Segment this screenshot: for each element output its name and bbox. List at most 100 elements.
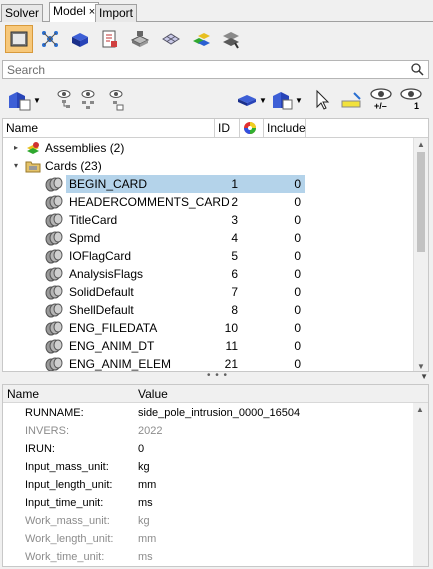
tree-group-cards[interactable]: ▾ Cards (23) <box>3 157 413 175</box>
model-browser-tree: Name ID Include ▸ Assemblies (2) ▾ Cards… <box>2 118 429 372</box>
isolate-button[interactable] <box>106 86 128 114</box>
tree-row[interactable]: Spmd 4 0 <box>3 229 413 247</box>
property-value[interactable]: 2022 <box>138 425 162 437</box>
materials-button[interactable] <box>126 25 154 53</box>
tab-label: Import <box>99 6 134 20</box>
toggle-visibility-button[interactable]: +/– <box>368 86 394 114</box>
property-name: Input_length_unit: <box>25 479 113 491</box>
property-row[interactable]: IRUN: 0 <box>3 440 413 458</box>
tree-row-include: 0 <box>294 177 301 191</box>
tree-row-name: Spmd <box>69 231 101 245</box>
tree-row-include: 0 <box>294 231 301 245</box>
tree-row-include: 0 <box>294 285 301 299</box>
property-name: Work_length_unit: <box>25 533 114 545</box>
tree-row-include: 0 <box>294 321 301 335</box>
column-id[interactable]: ID <box>215 119 240 138</box>
editor-scrollbar[interactable]: ▲ <box>413 403 428 566</box>
column-value: Value <box>138 387 168 401</box>
parts-button[interactable] <box>66 25 94 53</box>
select-cursor-button[interactable] <box>313 86 331 114</box>
property-value[interactable]: mm <box>138 479 156 491</box>
show-button[interactable] <box>54 86 74 114</box>
tree-row-include: 0 <box>294 339 301 353</box>
tree-row-name: ENG_ANIM_ELEM <box>69 357 172 371</box>
splitter-grip[interactable]: • • • <box>207 370 228 381</box>
tree-row-id: 21 <box>224 357 238 371</box>
expand-icon[interactable]: ▸ <box>14 143 18 152</box>
property-row[interactable]: Work_time_unit: ms <box>3 548 413 566</box>
property-value[interactable]: ms <box>138 551 153 563</box>
property-row[interactable]: INVERS: 2022 <box>3 422 413 440</box>
tree-row-id: 7 <box>231 285 238 299</box>
tree-row[interactable]: IOFlagCard 5 0 <box>3 247 413 265</box>
tab-solver[interactable]: Solver <box>1 4 44 22</box>
property-value[interactable]: kg <box>138 461 150 473</box>
contact-icon <box>223 32 239 49</box>
display-toolbar: ▼ ▼ ▼ +/– 1 <box>0 82 433 118</box>
property-row[interactable]: Work_length_unit: mm <box>3 530 413 548</box>
display-mode-dropdown[interactable]: ▼ <box>270 86 303 114</box>
tree-row[interactable]: ENG_FILEDATA 10 0 <box>3 319 413 337</box>
tree-row-name: BEGIN_CARD <box>69 177 148 191</box>
chevron-down-icon: ▼ <box>259 95 267 105</box>
collapse-panel-icon[interactable]: ▼ <box>420 372 428 381</box>
scroll-up-icon[interactable]: ▲ <box>416 405 424 414</box>
tab-bar: Solver Model × Import <box>0 0 433 23</box>
isolate-only-button[interactable]: 1 <box>398 86 424 114</box>
tree-row[interactable]: ENG_ANIM_DT 11 0 <box>3 337 413 355</box>
collapse-icon[interactable]: ▾ <box>14 161 18 170</box>
tree-group-assemblies[interactable]: ▸ Assemblies (2) <box>3 139 413 157</box>
scroll-down-icon[interactable]: ▼ <box>417 362 425 371</box>
browser-view-icon <box>9 92 31 111</box>
column-include[interactable]: Include <box>264 119 306 138</box>
browser-view-dropdown[interactable]: ▼ <box>6 86 41 114</box>
groups-icon <box>193 33 210 46</box>
folder-icon <box>10 31 28 47</box>
search-icon[interactable] <box>411 63 424 76</box>
scrollbar-thumb[interactable] <box>417 152 425 252</box>
tree-row[interactable]: AnalysisFlags 6 0 <box>3 265 413 283</box>
search-placeholder: Search <box>7 63 46 77</box>
tree-header: Name ID Include <box>3 119 428 138</box>
property-row[interactable]: Input_time_unit: ms <box>3 494 413 512</box>
search-input[interactable]: Search <box>2 60 429 79</box>
tree-row[interactable]: SolidDefault 7 0 <box>3 283 413 301</box>
tab-import[interactable]: Import <box>95 4 138 22</box>
tree-scrollbar[interactable]: ▲ ▼ <box>413 138 428 371</box>
mesh-button[interactable] <box>157 25 185 53</box>
all-entities-button[interactable] <box>5 25 33 53</box>
editor-header: Name Value <box>3 385 428 403</box>
scroll-up-icon[interactable]: ▲ <box>417 140 425 149</box>
property-value[interactable]: ms <box>138 497 153 509</box>
tree-row[interactable]: HEADERCOMMENTS_CARD 2 0 <box>3 193 413 211</box>
property-name: RUNNAME: <box>25 407 84 419</box>
contacts-button[interactable] <box>217 25 245 53</box>
property-row[interactable]: Input_length_unit: mm <box>3 476 413 494</box>
property-value[interactable]: mm <box>138 533 156 545</box>
property-row[interactable]: Input_mass_unit: kg <box>3 458 413 476</box>
property-row[interactable]: RUNNAME: side_pole_intrusion_0000_16504 <box>3 404 413 422</box>
tree-row[interactable]: BEGIN_CARD 1 0 <box>3 175 413 193</box>
property-name: Work_time_unit: <box>25 551 105 563</box>
property-value[interactable]: 0 <box>138 443 144 455</box>
tree-row-include: 0 <box>294 357 301 371</box>
entity-type-toolbar <box>0 22 433 57</box>
column-name[interactable]: Name <box>3 119 215 138</box>
highlight-button[interactable] <box>340 86 364 114</box>
color-mode-dropdown[interactable]: ▼ <box>236 86 267 114</box>
tree-row[interactable]: TitleCard 3 0 <box>3 211 413 229</box>
color-wheel-icon <box>244 122 256 134</box>
tree-row[interactable]: ShellDefault 8 0 <box>3 301 413 319</box>
tab-model[interactable]: Model × <box>49 2 100 23</box>
panel-splitter[interactable]: • • • ▼ <box>0 370 433 384</box>
column-color[interactable] <box>240 119 264 138</box>
connectors-button[interactable] <box>36 25 64 53</box>
loadcases-button[interactable] <box>96 25 124 53</box>
assembly-icon <box>27 142 39 154</box>
property-value[interactable]: kg <box>138 515 150 527</box>
tree-row-id: 11 <box>225 339 238 353</box>
hide-button[interactable] <box>78 86 98 114</box>
groups-button[interactable] <box>187 25 215 53</box>
property-value[interactable]: side_pole_intrusion_0000_16504 <box>138 407 300 419</box>
property-row[interactable]: Work_mass_unit: kg <box>3 512 413 530</box>
